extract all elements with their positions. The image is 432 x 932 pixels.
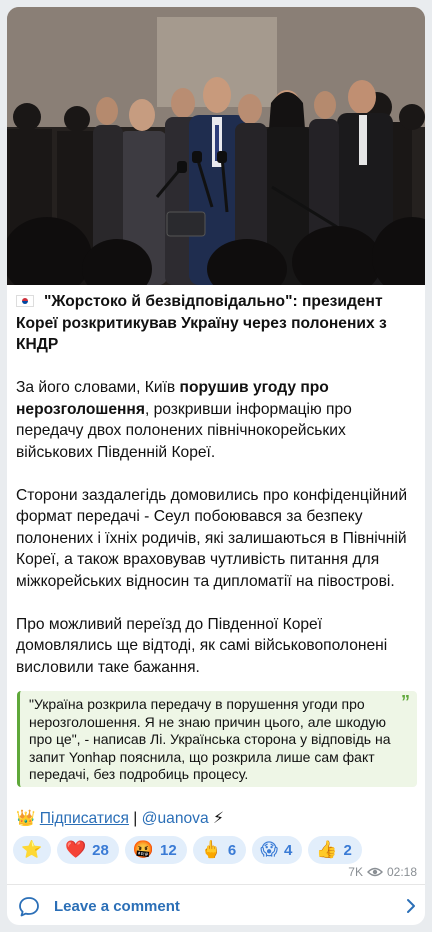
- reaction-count: 12: [160, 841, 177, 859]
- screaming-face-icon: 😱: [260, 840, 278, 859]
- chevron-right-icon: [407, 899, 415, 913]
- reaction-count: 2: [343, 841, 352, 859]
- leave-comment-label: Leave a comment: [54, 898, 180, 915]
- paragraph-1: За його словами, Київ порушив угоду про …: [16, 377, 418, 463]
- view-count: 7K: [348, 865, 363, 879]
- post-body: "Жорстоко й безвідповідально": президент…: [16, 291, 418, 678]
- angry-face-icon: 🤬: [132, 840, 155, 859]
- reaction-angry[interactable]: 🤬 12: [124, 836, 187, 864]
- quote-text: "Україна розкрила передачу в порушення у…: [29, 696, 391, 782]
- post-headline: "Жорстоко й безвідповідально": президент…: [16, 291, 418, 356]
- press-conference-photo: [7, 7, 425, 285]
- paragraph-3: Про можливий переїзд до Південної Кореї …: [16, 615, 388, 676]
- lightning-icon: ⚡: [212, 810, 224, 827]
- reactions-bar: ⭐ ❤️ 28 🤬 12 🖕 6 😱 4 👍 2: [13, 836, 362, 864]
- post-time: 02:18: [386, 865, 417, 879]
- star-icon: ⭐: [21, 840, 43, 859]
- thumbs-up-icon: 👍: [316, 840, 338, 859]
- message-card: "Жорстоко й безвідповідально": президент…: [7, 7, 425, 925]
- paragraph-2: Сторони заздалегідь домовились про конфі…: [16, 486, 408, 590]
- leave-comment-button[interactable]: Leave a comment: [7, 885, 425, 925]
- blockquote: "Україна розкрила передачу в порушення у…: [17, 691, 417, 787]
- eye-icon: [366, 867, 383, 877]
- message-meta: 7K 02:18: [348, 865, 417, 879]
- reaction-count: 4: [283, 841, 293, 859]
- reaction-count: 6: [227, 841, 237, 859]
- south-korea-flag-icon: [16, 295, 34, 307]
- post-photo[interactable]: [7, 7, 425, 285]
- reaction-count: 28: [92, 841, 109, 859]
- separator: |: [128, 810, 142, 827]
- subscribe-line: 👑 Підписатися | @uanova ⚡: [16, 809, 224, 829]
- comment-bubble-icon: [19, 897, 39, 917]
- subscribe-link[interactable]: Підписатися: [40, 810, 129, 827]
- reaction-heart[interactable]: ❤️ 28: [57, 836, 119, 864]
- crown-icon: 👑: [16, 810, 36, 827]
- reaction-scream[interactable]: 😱 4: [252, 836, 303, 864]
- heart-icon: ❤️: [65, 840, 87, 859]
- quote-mark-icon: ”: [401, 692, 410, 712]
- reaction-thumbs-up[interactable]: 👍 2: [308, 836, 362, 864]
- reaction-finger[interactable]: 🖕 6: [192, 836, 247, 864]
- reaction-star[interactable]: ⭐: [13, 836, 51, 864]
- headline-text: "Жорстоко й безвідповідально": президент…: [16, 293, 387, 353]
- channel-handle-link[interactable]: @uanova: [142, 810, 209, 827]
- paragraph-1-text-start: За його словами, Київ: [16, 379, 180, 396]
- middle-finger-icon: 🖕: [200, 840, 222, 859]
